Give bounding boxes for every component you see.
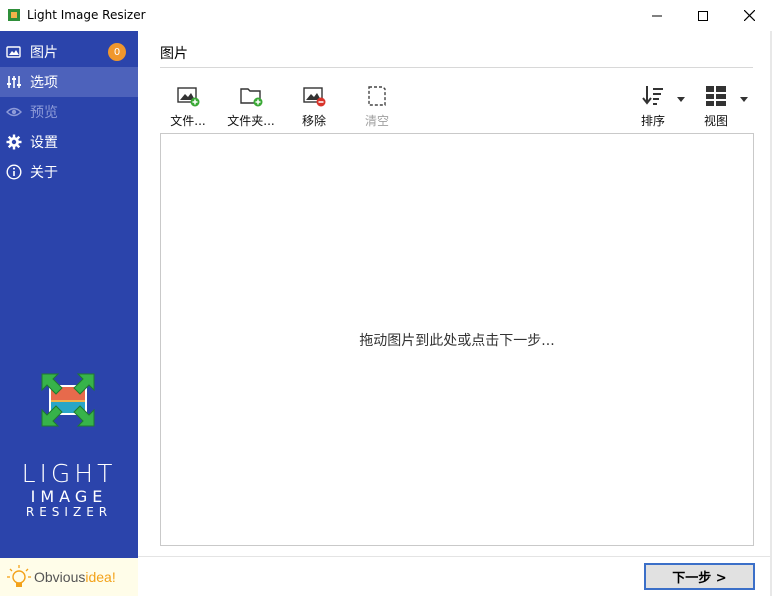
add-folder-button[interactable]: 文件夹... — [223, 80, 279, 128]
gear-icon — [6, 134, 22, 150]
images-icon — [6, 44, 22, 60]
view-dropdown-icon[interactable] — [740, 97, 748, 103]
title-bar: Light Image Resizer — [0, 0, 772, 31]
company-name-suffix: idea! — [85, 569, 116, 585]
sidebar-item-settings[interactable]: 设置 — [0, 127, 138, 157]
sort-icon — [642, 86, 663, 105]
minimize-button[interactable] — [634, 0, 680, 31]
minimize-icon — [652, 15, 662, 16]
app-icon — [8, 9, 20, 21]
drop-hint: 拖动图片到此处或点击下一步... — [359, 333, 555, 349]
sidebar-item-label: 设置 — [30, 135, 58, 151]
view-list-icon — [706, 86, 726, 106]
toolbar-label: 视图 — [703, 114, 728, 128]
next-button[interactable]: 下一步 > — [644, 563, 755, 590]
sliders-icon — [6, 74, 22, 90]
divider — [160, 67, 753, 68]
add-folder-icon — [240, 88, 263, 107]
window-title: Light Image Resizer — [27, 8, 146, 22]
close-button[interactable] — [726, 0, 772, 31]
sort-button[interactable]: 排序 — [625, 80, 681, 128]
eye-icon — [6, 104, 22, 120]
maximize-icon — [698, 10, 708, 21]
brand-title-image: IMAGE — [30, 487, 108, 506]
view-button[interactable]: 视图 — [688, 80, 744, 128]
sidebar-item-about[interactable]: 关于 — [0, 157, 138, 187]
sidebar-item-preview[interactable]: 预览 — [0, 97, 138, 127]
maximize-button[interactable] — [680, 0, 726, 31]
company-name-prefix: Obvious — [34, 569, 86, 585]
lightbulb-icon — [7, 565, 31, 587]
sidebar-item-label: 选项 — [30, 75, 58, 91]
sidebar-item-options[interactable]: 选项 — [0, 67, 138, 97]
divider — [138, 556, 772, 557]
sidebar-item-images[interactable]: 图片 0 — [0, 37, 138, 67]
company-logo[interactable]: Obviousidea! — [0, 558, 138, 596]
info-icon — [6, 164, 22, 180]
add-image-icon — [177, 87, 200, 107]
clear-button[interactable]: 清空 — [349, 80, 405, 128]
brand-title-resizer: RESIZER — [25, 505, 113, 519]
sidebar-item-label: 预览 — [30, 105, 58, 121]
add-files-button[interactable]: 文件... — [160, 80, 216, 128]
toolbar-label: 移除 — [301, 114, 326, 128]
sidebar: 图片 0 选项 预览 设置 关于 LIGHT IMAGE RESIZER Obv… — [0, 31, 138, 596]
image-drop-area[interactable]: 拖动图片到此处或点击下一步... — [160, 133, 754, 546]
sidebar-item-label: 图片 — [30, 45, 58, 61]
brand-title-light: LIGHT — [21, 459, 117, 488]
toolbar-label: 排序 — [640, 114, 665, 128]
clear-icon — [368, 86, 386, 106]
sort-dropdown-icon[interactable] — [677, 97, 685, 103]
image-count-badge: 0 — [108, 43, 126, 61]
toolbar-label: 文件夹... — [227, 114, 275, 128]
sidebar-item-label: 关于 — [30, 165, 58, 181]
remove-button[interactable]: 移除 — [286, 80, 342, 128]
close-icon — [743, 10, 755, 21]
company-name: Obviousidea! — [34, 569, 116, 585]
toolbar-label: 文件... — [170, 114, 206, 128]
remove-image-icon — [303, 87, 326, 107]
resize-logo-icon — [41, 373, 95, 427]
page-title: 图片 — [160, 46, 188, 62]
toolbar-label: 清空 — [364, 114, 389, 128]
